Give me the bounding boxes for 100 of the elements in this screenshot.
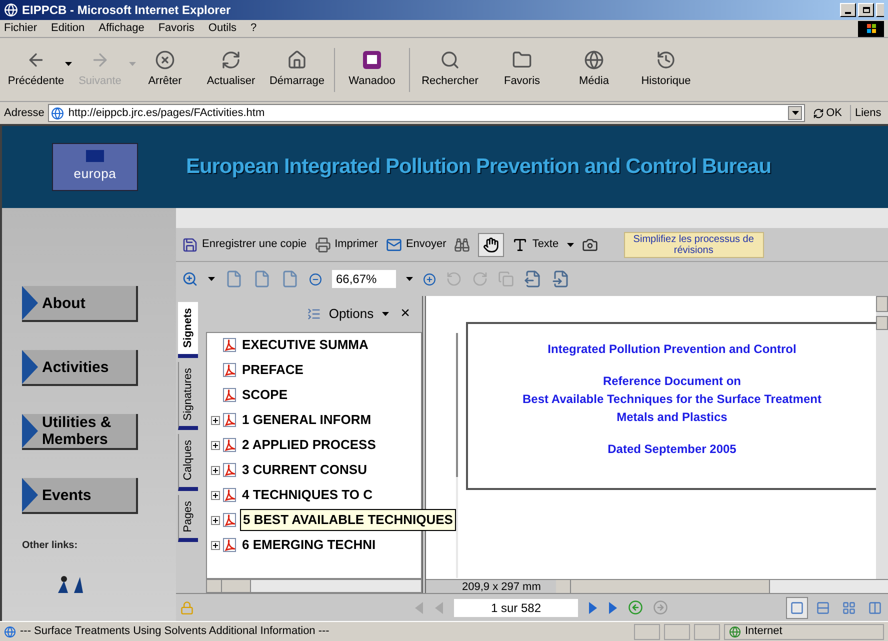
close-button[interactable] (876, 3, 884, 17)
print-button[interactable]: Imprimer (314, 236, 378, 253)
close-panel-button[interactable]: × (400, 306, 410, 322)
bookmark-item[interactable]: 2 APPLIED PROCESS (240, 435, 378, 455)
zoom-in-icon[interactable] (423, 272, 436, 286)
triangle-icon (22, 350, 38, 384)
side-tab[interactable]: Signatures (178, 362, 198, 430)
text-cursor-icon (512, 236, 528, 252)
document-text: Integrated Pollution Prevention and Control (548, 341, 796, 358)
toolbar-button[interactable]: Arrêter (132, 50, 198, 90)
go-button[interactable]: OK (809, 104, 846, 122)
restore-button[interactable] (858, 3, 874, 17)
pdf-file-icon (222, 537, 238, 553)
page-layout-icon (790, 600, 804, 614)
expand-icon[interactable] (211, 540, 220, 550)
next-icon[interactable] (608, 600, 618, 614)
bookmark-item[interactable]: 4 TECHNIQUES TO C (240, 485, 375, 505)
links-label[interactable]: Liens (850, 104, 884, 122)
hand-tool-button[interactable] (478, 232, 504, 256)
toolbar-button[interactable]: Favoris (486, 50, 558, 90)
vertical-scrollbar[interactable] (876, 296, 888, 579)
expand-icon[interactable] (211, 516, 220, 524)
hand-icon (483, 236, 500, 252)
toolbar-button[interactable]: Historique (630, 50, 702, 90)
bookmark-item[interactable]: SCOPE (240, 385, 290, 405)
pdf-file-icon (222, 462, 238, 478)
page-view-button[interactable] (786, 596, 808, 618)
refresh-icon (221, 50, 241, 70)
bookmark-item[interactable]: PREFACE (240, 360, 306, 380)
expand-icon[interactable] (211, 416, 220, 424)
side-tab[interactable]: Signets (178, 302, 198, 358)
site-title: European Integrated Pollution Prevention and Control Bureau (186, 154, 772, 180)
house-icon (287, 50, 307, 70)
zoom-out-icon[interactable] (309, 272, 322, 286)
send-button[interactable]: Envoyer (386, 236, 446, 253)
options-button[interactable]: Options (306, 304, 389, 324)
address-label: Adresse (4, 106, 44, 121)
bookmark-item[interactable]: 3 CURRENT CONSU (240, 460, 369, 480)
list-icon (306, 307, 321, 321)
caret-icon[interactable] (406, 277, 413, 281)
back-icon[interactable] (628, 600, 643, 615)
caret-icon[interactable] (566, 242, 574, 246)
history-icon (656, 50, 676, 70)
document-text: Reference Document on (602, 373, 741, 390)
menu-item[interactable]: Favoris (158, 20, 194, 37)
caret-icon[interactable] (792, 111, 799, 115)
menu-item[interactable]: Outils (208, 20, 237, 37)
bookmark-item[interactable]: 5 BEST AVAILABLE TECHNIQUES (240, 509, 456, 531)
nav-button[interactable]: Utilities & Members (22, 414, 138, 450)
page-export-icon[interactable] (524, 270, 542, 288)
menu-item[interactable]: Edition (51, 20, 85, 37)
menu-item[interactable]: Fichier (4, 20, 38, 37)
bookmark-item[interactable]: 1 GENERAL INFORM (240, 410, 374, 430)
horizontal-scrollbar[interactable] (556, 580, 888, 593)
caret-icon[interactable] (382, 312, 389, 316)
side-tab[interactable]: Pages (178, 494, 198, 542)
caret-icon[interactable] (65, 62, 72, 66)
go-arrow-icon (813, 108, 824, 118)
printer-icon (314, 236, 331, 252)
minimize-button[interactable] (840, 3, 856, 17)
camera-icon[interactable] (582, 236, 598, 252)
text-tool-button[interactable]: Texte (512, 236, 559, 253)
menu-item[interactable]: Affichage (98, 20, 144, 37)
page-layout-icon (868, 600, 882, 614)
horizontal-scrollbar[interactable] (206, 579, 422, 593)
pdf-file-icon (222, 412, 238, 428)
document-text: Metals and Plastics (616, 409, 728, 426)
toolbar-button[interactable]: Démarrage (264, 50, 330, 90)
binoculars-icon[interactable] (454, 236, 470, 252)
save-copy-button[interactable]: Enregistrer une copie (182, 236, 307, 253)
next-icon[interactable] (588, 600, 598, 614)
toolbar-button[interactable]: Média (558, 50, 630, 90)
expand-icon[interactable] (211, 466, 220, 474)
toolbar-button[interactable]: Précédente (4, 50, 68, 90)
toolbar-button[interactable]: Actualiser (198, 50, 264, 90)
dropdown-button[interactable] (788, 106, 802, 120)
expand-icon[interactable] (211, 490, 220, 500)
address-field[interactable]: http://eippcb.jrc.es/pages/FActivities.htm (48, 104, 806, 122)
menu-item[interactable]: ? (250, 20, 257, 37)
nav-button[interactable]: About (22, 286, 138, 322)
pdf-file-icon (222, 362, 238, 378)
toolbar-button[interactable]: Wanadoo (339, 50, 405, 90)
status-pane (664, 624, 690, 640)
expand-icon[interactable] (211, 440, 220, 450)
page-layout-icon (816, 600, 830, 614)
page-size-label: 209,9 x 297 mm (461, 580, 542, 593)
page-field[interactable]: 1 sur 582 (454, 598, 578, 616)
caret-icon[interactable] (208, 277, 215, 281)
page-import-icon[interactable] (552, 270, 570, 288)
side-tab[interactable]: Calques (178, 434, 198, 491)
promo-banner[interactable]: Simplifiez les processus de révisions (624, 232, 764, 258)
nav-button[interactable]: Events (22, 478, 138, 514)
zoom-field[interactable]: 66,67% (332, 270, 396, 288)
status-pane (694, 624, 720, 640)
bookmark-item[interactable]: 6 EMERGING TECHNI (240, 535, 378, 555)
bookmark-item[interactable]: EXECUTIVE SUMMA (240, 335, 370, 355)
nav-button[interactable]: Activities (22, 350, 138, 386)
toolbar-button[interactable]: Rechercher (414, 50, 486, 90)
zoom-in-icon[interactable] (182, 271, 198, 287)
window-title: EIPPCB - Microsoft Internet Explorer (22, 2, 231, 19)
